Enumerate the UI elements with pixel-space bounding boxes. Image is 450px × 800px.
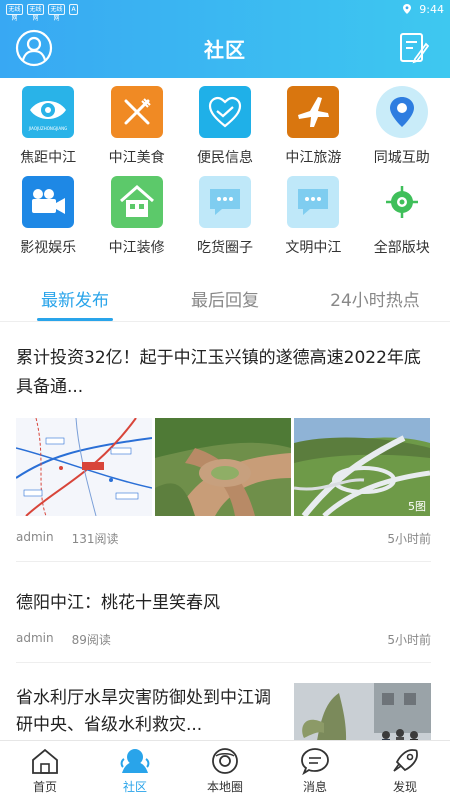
category-foodie-circle[interactable]: 吃货圈子 bbox=[185, 176, 265, 266]
handshake-heart-icon bbox=[198, 86, 251, 138]
category-label: 全部版块 bbox=[373, 240, 430, 256]
post-time: 5小时前 bbox=[387, 532, 431, 546]
divider bbox=[16, 561, 431, 562]
user-profile-button[interactable] bbox=[14, 28, 54, 68]
chat-bubble-icon bbox=[198, 176, 251, 228]
community-icon bbox=[120, 749, 150, 773]
user-icon bbox=[15, 29, 53, 67]
post-author: admin bbox=[16, 530, 54, 544]
category-grid: JIAOJUZHONGJIANG 焦距中江 中江美食 便民信息 中江旅游 同城互… bbox=[0, 86, 450, 266]
video-camera-icon bbox=[22, 176, 75, 228]
post-meta: admin 131阅读 5小时前 bbox=[16, 530, 431, 547]
fork-knife-icon bbox=[110, 86, 163, 138]
category-entertainment[interactable]: 影视娱乐 bbox=[8, 176, 88, 266]
page-title: 社区 bbox=[204, 37, 246, 62]
location-icon bbox=[403, 4, 412, 14]
nav-label: 本地圈 bbox=[206, 780, 243, 794]
notification-icon: 无线网 bbox=[27, 3, 44, 22]
category-label: 中江美食 bbox=[108, 150, 165, 166]
category-jiaoju-zhongjiang[interactable]: JIAOJUZHONGJIANG 焦距中江 bbox=[8, 86, 88, 176]
location-pin-icon bbox=[375, 86, 428, 138]
eye-icon: JIAOJUZHONGJIANG bbox=[22, 86, 75, 138]
post-image-highway[interactable]: 5图 bbox=[294, 418, 430, 516]
post-title[interactable]: 累计投资32亿！起于中江玉兴镇的遂德高速2022年底具备通... bbox=[16, 344, 431, 402]
nav-discover[interactable]: 发现 bbox=[360, 741, 450, 800]
tab-24h-hot[interactable]: 24小时热点 bbox=[300, 272, 450, 321]
category-civilized-zhongjiang[interactable]: 文明中江 bbox=[273, 176, 353, 266]
chat-bubble-icon bbox=[287, 176, 340, 228]
status-bar: 无线网 无线网 无线网 A 9:44 bbox=[0, 0, 450, 22]
feed-tabs: 最新发布 最后回复 24小时热点 bbox=[0, 272, 450, 322]
category-mutual-help[interactable]: 同城互助 bbox=[362, 86, 442, 176]
bottom-nav: 首页 社区 本地圈 消息 发现 bbox=[0, 740, 450, 800]
nav-label: 首页 bbox=[32, 780, 57, 794]
compose-button[interactable] bbox=[394, 28, 434, 68]
notification-icon: 无线网 bbox=[48, 3, 65, 22]
category-all-sections[interactable]: 全部版块 bbox=[362, 176, 442, 266]
nav-home[interactable]: 首页 bbox=[0, 741, 90, 800]
category-label: 焦距中江 bbox=[20, 150, 77, 166]
divider bbox=[16, 662, 431, 663]
nav-community[interactable]: 社区 bbox=[90, 741, 180, 800]
nav-label: 发现 bbox=[392, 780, 417, 794]
notification-icon: 无线网 bbox=[6, 3, 23, 22]
nav-label: 社区 bbox=[122, 780, 147, 794]
rocket-icon bbox=[393, 749, 418, 772]
category-travel[interactable]: 中江旅游 bbox=[273, 86, 353, 176]
post-author: admin bbox=[16, 631, 54, 645]
post-title[interactable]: 德阳中江：桃花十里笑春风 bbox=[16, 588, 431, 613]
home-icon bbox=[32, 748, 58, 774]
category-label: 文明中江 bbox=[285, 240, 342, 256]
post-time: 5小时前 bbox=[387, 633, 431, 647]
compose-icon bbox=[400, 33, 429, 64]
header: 无线网 无线网 无线网 A 9:44 社区 bbox=[0, 0, 450, 78]
post-images: 5图 bbox=[16, 418, 431, 516]
nav-local-circle[interactable]: 本地圈 bbox=[180, 741, 270, 800]
image-count: 5图 bbox=[408, 500, 426, 513]
clock: 9:44 bbox=[419, 2, 444, 16]
category-label: 吃货圈子 bbox=[196, 240, 253, 256]
tab-last-reply[interactable]: 最后回复 bbox=[150, 272, 300, 321]
notification-icon: A bbox=[69, 3, 78, 15]
house-icon bbox=[110, 176, 163, 228]
target-icon bbox=[376, 176, 428, 228]
post-item[interactable]: 德阳中江：桃花十里笑春风 admin 89阅读 5小时前 bbox=[16, 588, 431, 663]
tab-latest[interactable]: 最新发布 bbox=[0, 272, 150, 321]
category-label: 影视娱乐 bbox=[20, 240, 77, 256]
post-item[interactable]: 累计投资32亿！起于中江玉兴镇的遂德高速2022年底具备通... 5图 admi… bbox=[16, 344, 431, 562]
message-icon bbox=[301, 748, 329, 775]
post-image-map[interactable] bbox=[16, 418, 152, 516]
post-image-construction[interactable] bbox=[155, 418, 291, 516]
svg-text:JIAOJUZHONGJIANG: JIAOJUZHONGJIANG bbox=[28, 126, 67, 131]
category-label: 中江装修 bbox=[108, 240, 165, 256]
category-label: 中江旅游 bbox=[285, 150, 342, 166]
category-renovation[interactable]: 中江装修 bbox=[97, 176, 177, 266]
category-label: 便民信息 bbox=[196, 150, 253, 166]
local-circle-icon bbox=[212, 748, 238, 774]
post-feed: 累计投资32亿！起于中江玉兴镇的遂德高速2022年底具备通... 5图 admi… bbox=[16, 334, 431, 761]
category-food[interactable]: 中江美食 bbox=[97, 86, 177, 176]
post-read-count: 89阅读 bbox=[71, 633, 111, 647]
post-meta: admin 89阅读 5小时前 bbox=[16, 631, 431, 648]
nav-label: 消息 bbox=[302, 780, 327, 794]
category-convenience-info[interactable]: 便民信息 bbox=[185, 86, 265, 176]
airplane-icon bbox=[287, 86, 340, 138]
nav-messages[interactable]: 消息 bbox=[270, 741, 360, 800]
post-read-count: 131阅读 bbox=[71, 532, 119, 546]
category-label: 同城互助 bbox=[373, 150, 430, 166]
